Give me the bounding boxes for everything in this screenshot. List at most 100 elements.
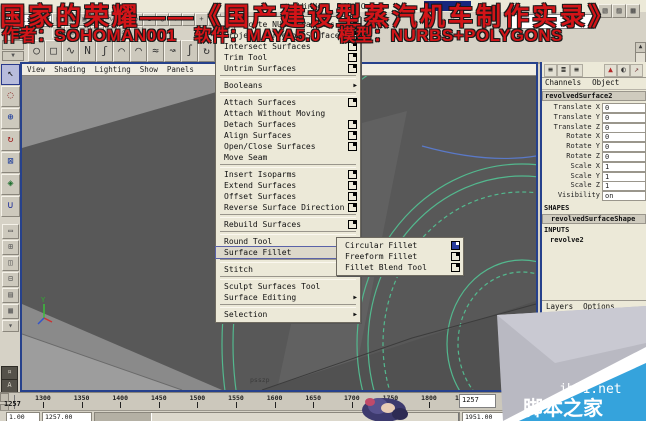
layout-outliner-persp-button[interactable]: ▦ [2, 304, 19, 319]
channel-box-menu-channels[interactable]: Channels [545, 78, 581, 87]
menu-item-move-seam[interactable]: Move Seam [216, 152, 360, 163]
tick-label-1500: 1500 [189, 394, 206, 402]
layout-four-pane-button[interactable]: ⊞ [2, 240, 19, 255]
overlay-subtitle: 作者：SOHOMAN001 软件：MAYA5.0 模型：NURBS+POLYGO… [2, 26, 563, 45]
channel-label: Translate Y [553, 112, 600, 121]
menu-item-detach-surfaces[interactable]: Detach Surfaces [216, 119, 360, 130]
channel-list-icon-1[interactable]: ≡ [544, 64, 557, 77]
option-box-icon[interactable] [348, 192, 357, 201]
tick-mark [120, 402, 122, 408]
channel-value-field[interactable]: 1 [602, 181, 646, 192]
submenu-item-fillet-blend-tool[interactable]: Fillet Blend Tool [337, 262, 463, 273]
layout-single-pane-button[interactable]: ▭ [2, 224, 19, 239]
show-manip-tool-icon[interactable]: ◈ [1, 174, 20, 195]
channel-value-field[interactable]: on [602, 191, 646, 202]
tick-label-1300: 1300 [35, 394, 51, 402]
channel-label: Scale Z [570, 181, 600, 190]
channel-label: Scale X [570, 161, 600, 170]
move-tool-icon[interactable]: ⊕ [1, 108, 20, 129]
option-box-icon[interactable] [348, 220, 357, 229]
menu-item-selection[interactable]: Selection ▶ [216, 309, 360, 320]
layout-more-button[interactable]: ▾ [2, 320, 19, 332]
channel-list-icon-3[interactable]: ≡ [570, 64, 583, 77]
channel-label: Visibility [557, 191, 600, 200]
last-tool-icon[interactable]: ∪ [1, 196, 20, 217]
channel-row-translate-z: Translate Z0 [542, 122, 646, 133]
option-box-icon[interactable] [348, 181, 357, 190]
menu-item-open-close-surfaces[interactable]: Open/Close Surfaces [216, 141, 360, 152]
viewport-menu-lighting[interactable]: Lighting [95, 64, 131, 75]
option-box-icon[interactable] [348, 120, 357, 129]
channel-value-field[interactable]: 0 [602, 103, 646, 113]
menu-item-booleans[interactable]: Booleans ▶ [216, 80, 360, 91]
option-box-icon[interactable] [348, 64, 357, 73]
menu-item-trim-tool[interactable]: Trim Tool [216, 52, 360, 63]
channel-value-field[interactable]: 0 [602, 112, 646, 123]
menu-item-untrim-surfaces[interactable]: Untrim Surfaces [216, 63, 360, 74]
current-time-field[interactable]: 1257 [459, 394, 496, 408]
speed-ramp-icon[interactable]: ↗ [630, 64, 643, 77]
channel-list-icon-2[interactable]: ≣ [557, 64, 570, 77]
option-box-icon[interactable] [348, 131, 357, 140]
tick-label-1650: 1650 [305, 394, 322, 402]
select-tool-icon[interactable]: ↖ [1, 64, 20, 85]
tick-label-1350: 1350 [73, 394, 90, 402]
submenu-item-circular-fillet[interactable]: Circular Fillet [337, 240, 463, 251]
menu-item-insert-isoparms[interactable]: Insert Isoparms [216, 169, 360, 180]
channel-value-field[interactable]: 1 [602, 171, 646, 182]
channel-row-rotate-x: Rotate X0 [542, 132, 646, 143]
watermark: jb51.net 脚本之家 [497, 306, 646, 421]
tick-mark [158, 402, 160, 408]
option-box-icon[interactable] [451, 263, 460, 272]
menu-item-align-surfaces[interactable]: Align Surfaces [216, 130, 360, 141]
key-channel-icon[interactable]: ▲ [604, 64, 617, 77]
menu-item-extend-surfaces[interactable]: Extend Surfaces [216, 180, 360, 191]
input-node-name[interactable]: revolve2 [542, 236, 646, 246]
anim-curve-icon[interactable]: ◐ [617, 64, 630, 77]
layout-three-split-button[interactable]: ▤ [2, 288, 19, 303]
viewport-menu-show[interactable]: Show [140, 64, 158, 75]
watermark-name-text: 脚本之家 [523, 396, 604, 420]
range-start-field[interactable]: 1.00 [6, 412, 40, 421]
layout-two-side-button[interactable]: ◫ [2, 256, 19, 271]
object-name-bar[interactable]: revolvedSurface2 [542, 91, 646, 101]
lasso-tool-icon[interactable]: ◌ [1, 86, 20, 107]
shape-name-bar[interactable]: revolvedSurfaceShape [542, 214, 646, 224]
channel-value-field[interactable]: 0 [602, 122, 646, 133]
option-box-icon[interactable] [348, 53, 357, 62]
hotbox-button[interactable]: ¤ [1, 366, 18, 380]
layout-two-stack-button[interactable]: ⊟ [2, 272, 19, 287]
menu-item-sculpt-surfaces-tool[interactable]: Sculpt Surfaces Tool [216, 281, 360, 292]
channel-value-field[interactable]: 0 [602, 132, 646, 143]
option-box-icon[interactable] [348, 142, 357, 151]
submenu-item-freeform-fillet[interactable]: Freeform Fillet [337, 251, 463, 262]
scale-tool-icon[interactable]: ⊠ [1, 152, 20, 173]
shelf-tab-arrow-icon[interactable]: ▼ [2, 51, 24, 61]
submenu-arrow-icon: ▶ [353, 82, 357, 89]
rotate-tool-icon[interactable]: ↻ [1, 130, 20, 151]
menu-item-reverse-surface-direction[interactable]: Reverse Surface Direction [216, 202, 360, 213]
menu-item-surface-editing[interactable]: Surface Editing ▶ [216, 292, 360, 303]
menu-item-rebuild-surfaces[interactable]: Rebuild Surfaces [216, 219, 360, 230]
viewport-menu-panels[interactable]: Panels [167, 64, 194, 75]
range-current-field[interactable]: 1257.00 [42, 412, 92, 421]
option-box-icon[interactable] [348, 203, 357, 212]
channel-row-rotate-y: Rotate Y0 [542, 142, 646, 153]
menu-item-offset-surfaces[interactable]: Offset Surfaces [216, 191, 360, 202]
edit-nurbs-menu: Duplicate NURBS Patches Project Curve on … [215, 16, 361, 323]
view-cube-button[interactable]: A [1, 379, 18, 393]
menu-item-attach-surfaces[interactable]: Attach Surfaces [216, 97, 360, 108]
channel-value-field[interactable]: 1 [602, 161, 646, 172]
menu-item-attach-without-moving[interactable]: Attach Without Moving [216, 108, 360, 119]
channel-row-translate-y: Translate Y0 [542, 112, 646, 123]
channel-value-field[interactable]: 0 [602, 152, 646, 162]
option-box-icon[interactable] [348, 98, 357, 107]
option-box-icon[interactable] [348, 170, 357, 179]
channel-row-rotate-z: Rotate Z0 [542, 152, 646, 162]
channel-box-menu-object[interactable]: Object [592, 78, 619, 87]
viewport-menu-view[interactable]: View [27, 64, 45, 75]
viewport-menu-shading[interactable]: Shading [54, 64, 86, 75]
option-box-icon[interactable] [451, 252, 460, 261]
option-box-icon[interactable] [451, 241, 460, 250]
channel-value-field[interactable]: 0 [602, 142, 646, 153]
